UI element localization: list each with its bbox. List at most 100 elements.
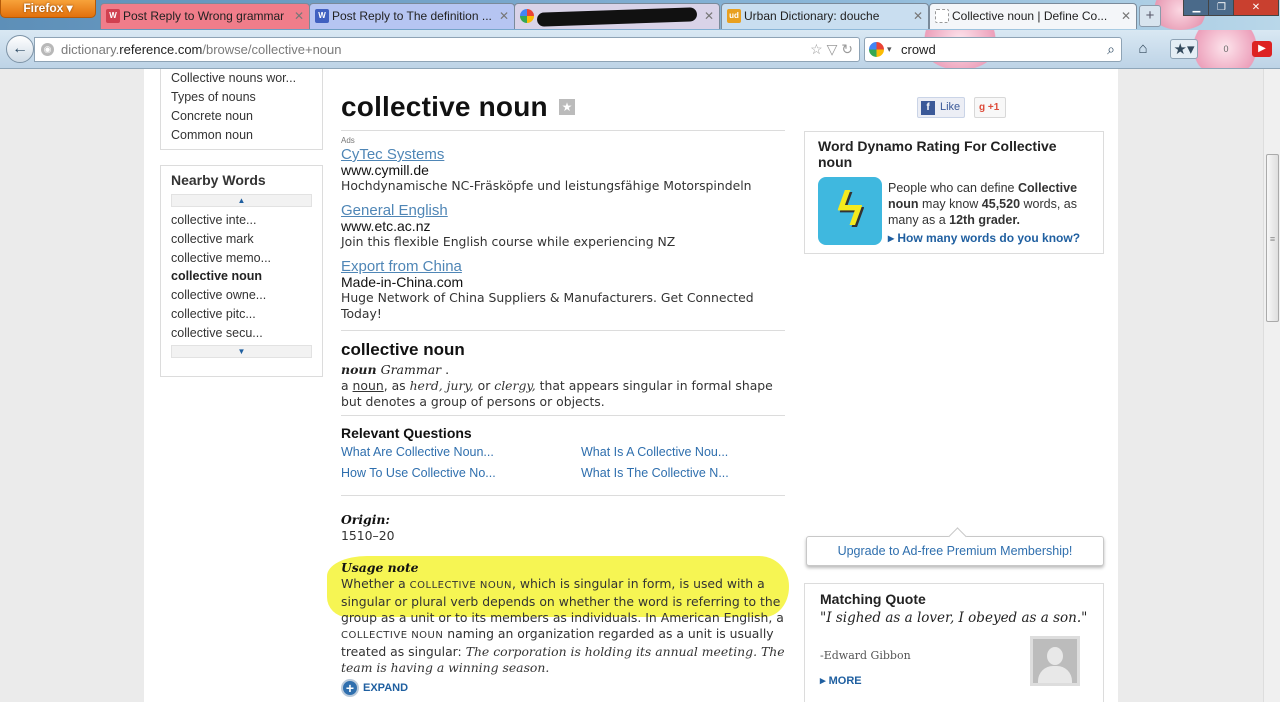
close-tab-icon[interactable]: ✕	[704, 4, 714, 28]
ud-favicon-icon: ud	[727, 9, 741, 23]
tab-redacted[interactable]: ✕	[514, 3, 720, 29]
related-words-box: Collective nouns wor... Types of nouns C…	[160, 69, 323, 150]
scrollbar-thumb[interactable]: ≡	[1266, 154, 1279, 322]
nearby-word[interactable]: collective memo...	[171, 249, 312, 268]
usage-note: Usage note Whether a collective noun, wh…	[327, 556, 789, 676]
ads-section: Ads CyTec Systems www.cymill.de Hochdyna…	[341, 136, 787, 330]
new-tab-button[interactable]: +	[1139, 5, 1161, 27]
nearby-word[interactable]: collective mark	[171, 230, 312, 249]
ad-item: General English www.etc.ac.nz Join this …	[341, 202, 787, 250]
ad-description: Huge Network of China Suppliers & Manufa…	[341, 290, 754, 321]
redaction-scribble	[536, 7, 698, 27]
page-title: collective noun	[341, 91, 548, 122]
nearby-word[interactable]: collective owne...	[171, 286, 312, 305]
back-button[interactable]: ←	[6, 35, 34, 63]
question-link[interactable]: What Are Collective Noun...	[341, 445, 494, 459]
ad-item: CyTec Systems www.cymill.de Hochdynamisc…	[341, 146, 787, 194]
ad-title-link[interactable]: General English	[341, 202, 787, 219]
related-link[interactable]: Types of nouns	[171, 88, 322, 107]
tab-definition[interactable]: W Post Reply to The definition ... ✕	[309, 3, 515, 29]
facebook-like-button[interactable]: f Like	[917, 97, 965, 118]
ad-title-link[interactable]: Export from China	[341, 258, 787, 275]
matching-quote-box: Matching Quote "I sighed as a lover, I o…	[804, 583, 1104, 702]
addon-badge[interactable]: 0	[1215, 39, 1237, 59]
usage-label: Usage note	[341, 560, 419, 575]
youtube-icon[interactable]: ▶	[1252, 41, 1272, 57]
tab-urban-dictionary[interactable]: ud Urban Dictionary: douche ✕	[721, 3, 929, 29]
firefox-menu-button[interactable]: Firefox ▾	[0, 0, 96, 18]
relevant-questions: Relevant Questions What Are Collective N…	[341, 425, 787, 487]
close-tab-icon[interactable]: ✕	[294, 4, 304, 28]
tab-wrong-grammar[interactable]: W Post Reply to Wrong grammar ✕	[100, 3, 310, 29]
bookmark-star-icon[interactable]: ☆	[810, 41, 823, 57]
address-bar-actions: ☆ ▽ ↻	[810, 38, 853, 61]
scroll-down-button[interactable]: ▼	[171, 344, 312, 358]
related-link[interactable]: Concrete noun	[171, 107, 322, 126]
nearby-word[interactable]: collective pitc...	[171, 305, 312, 324]
question-link[interactable]: What Is A Collective Nou...	[581, 445, 728, 459]
ad-item: Export from China Made-in-China.com Huge…	[341, 258, 787, 322]
triangle-right-icon: ▸	[888, 231, 895, 245]
navigation-toolbar: ◉ dictionary.reference.com/browse/collec…	[0, 30, 1280, 69]
noun-link[interactable]: noun	[353, 378, 384, 393]
home-icon[interactable]: ⌂	[1132, 39, 1154, 59]
close-tab-icon[interactable]: ✕	[913, 4, 923, 28]
page-favicon-icon	[935, 9, 949, 23]
quote-author: -Edward Gibbon	[820, 649, 911, 662]
minimize-button[interactable]: ▁	[1183, 0, 1210, 16]
origin-label: Origin:	[341, 512, 390, 527]
ad-title-link[interactable]: CyTec Systems	[341, 146, 787, 163]
divider	[341, 415, 785, 416]
nearby-word-current: collective noun	[171, 269, 262, 284]
favorite-star-icon[interactable]: ★	[559, 99, 575, 115]
close-tab-icon[interactable]: ✕	[1121, 4, 1131, 28]
dynamo-text: People who can define Collective noun ma…	[888, 181, 1078, 227]
nearby-words-title: Nearby Words	[171, 172, 266, 188]
expand-button[interactable]: + EXPAND	[341, 679, 408, 697]
nearby-word[interactable]: collective inte...	[171, 211, 312, 230]
maximize-button[interactable]: ❐	[1208, 0, 1235, 16]
more-link[interactable]: ▸ MORE	[820, 674, 862, 687]
tab-collective-noun[interactable]: Collective noun | Define Co... ✕	[929, 3, 1137, 29]
question-link[interactable]: What Is The Collective N...	[581, 466, 729, 480]
wf-favicon-icon: W	[315, 9, 329, 23]
history-dropdown-icon[interactable]: ▽	[827, 41, 838, 57]
ad-url: www.cymill.de	[341, 162, 429, 178]
address-bar[interactable]: ◉ dictionary.reference.com/browse/collec…	[34, 37, 860, 62]
author-avatar	[1030, 636, 1080, 686]
plus-circle-icon: +	[341, 679, 359, 697]
search-icon[interactable]: ⌕	[1107, 38, 1115, 61]
ad-url: Made-in-China.com	[341, 274, 464, 290]
related-link[interactable]: Collective nouns wor...	[171, 69, 322, 88]
search-bar[interactable]: ▾ crowd ⌕	[864, 37, 1122, 62]
questions-grid: What Are Collective Noun... What Is A Co…	[341, 445, 787, 487]
divider	[341, 330, 785, 331]
ad-url: www.etc.ac.nz	[341, 218, 431, 234]
word-dynamo-box: Word Dynamo Rating For Collective noun ϟ…	[804, 131, 1104, 254]
close-window-button[interactable]: ✕	[1233, 0, 1279, 16]
scroll-up-button[interactable]: ▲	[171, 194, 312, 207]
engine-dropdown-icon[interactable]: ▾	[887, 38, 892, 61]
quote-text: "I sighed as a lover, I obeyed as a son.…	[820, 610, 1088, 626]
dynamo-title: Word Dynamo Rating For Collective noun	[818, 138, 1057, 170]
close-tab-icon[interactable]: ✕	[499, 4, 509, 28]
google-plus-one-button[interactable]: g +1	[974, 97, 1006, 118]
divider	[341, 130, 785, 131]
nearby-word[interactable]: collective secu...	[171, 324, 312, 343]
quote-title: Matching Quote	[820, 591, 926, 607]
question-link[interactable]: How To Use Collective No...	[341, 466, 496, 480]
search-input[interactable]: crowd	[901, 42, 936, 57]
definition-text: a noun, as herd, jury, or clergy, that a…	[341, 378, 773, 409]
globe-icon: ◉	[41, 43, 54, 56]
related-link[interactable]: Common noun	[171, 126, 322, 145]
lightning-bolt-icon: ϟ	[818, 177, 882, 245]
bookmarks-menu-icon[interactable]: ★▾	[1170, 39, 1198, 59]
origin-value: 1510–20	[341, 528, 395, 543]
relevant-questions-title: Relevant Questions	[341, 425, 472, 441]
how-many-words-link[interactable]: ▸ How many words do you know?	[888, 231, 1080, 245]
ad-description: Hochdynamische NC-Fräsköpfe und leistung…	[341, 178, 752, 193]
vertical-scrollbar[interactable]: ≡	[1263, 69, 1280, 702]
upgrade-premium-button[interactable]: Upgrade to Ad-free Premium Membership!	[806, 536, 1104, 566]
google-search-engine-icon[interactable]	[869, 42, 884, 57]
reload-icon[interactable]: ↻	[841, 41, 853, 57]
